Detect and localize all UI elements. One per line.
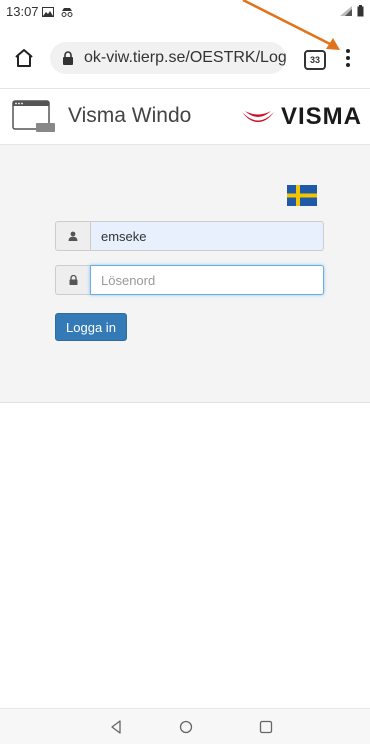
lock-icon <box>63 51 73 65</box>
menu-dot <box>346 56 350 60</box>
user-icon <box>55 221 90 251</box>
menu-dot <box>346 49 350 53</box>
recents-icon[interactable] <box>256 717 276 737</box>
username-row <box>55 221 324 251</box>
incognito-notification-icon <box>61 8 73 17</box>
url-text: ok-viw.tierp.se/OESTRK/Logi <box>84 49 286 66</box>
signal-icon <box>340 6 352 16</box>
login-panel: Logga in <box>0 145 370 403</box>
back-icon[interactable] <box>106 717 126 737</box>
visma-swoosh-icon <box>241 111 274 122</box>
battery-icon <box>357 5 364 17</box>
app-header: Visma Windo VISMA <box>0 89 370 145</box>
swedish-flag-icon[interactable] <box>287 185 317 206</box>
phone-screen: 13:07 ok-viw.tierp.se/OESTRK/Logi 33 Vis… <box>0 0 370 744</box>
status-time: 13:07 <box>6 4 39 19</box>
app-title: Visma Windo <box>68 104 192 127</box>
home-nav-icon[interactable] <box>176 717 196 737</box>
password-row <box>55 265 324 295</box>
system-nav-bar <box>0 708 370 744</box>
window-app-icon <box>12 100 55 132</box>
status-right-icons <box>339 5 364 17</box>
address-bar[interactable]: ok-viw.tierp.se/OESTRK/Logi <box>50 42 286 74</box>
password-lock-icon <box>55 265 90 295</box>
login-button[interactable]: Logga in <box>55 313 127 341</box>
menu-dot <box>346 63 350 67</box>
user-glyph <box>68 231 78 241</box>
status-bar: 13:07 <box>0 0 370 26</box>
lock-glyph <box>69 275 77 285</box>
visma-logo: VISMA <box>241 103 362 131</box>
more-options-icon[interactable] <box>340 46 356 70</box>
home-icon[interactable] <box>12 46 36 70</box>
image-notification-icon <box>42 7 54 17</box>
browser-toolbar: ok-viw.tierp.se/OESTRK/Logi 33 <box>0 26 370 89</box>
tab-switcher-button[interactable]: 33 <box>304 50 326 70</box>
password-input[interactable] <box>90 265 324 295</box>
username-input[interactable] <box>90 221 324 251</box>
visma-wordmark: VISMA <box>280 103 362 130</box>
